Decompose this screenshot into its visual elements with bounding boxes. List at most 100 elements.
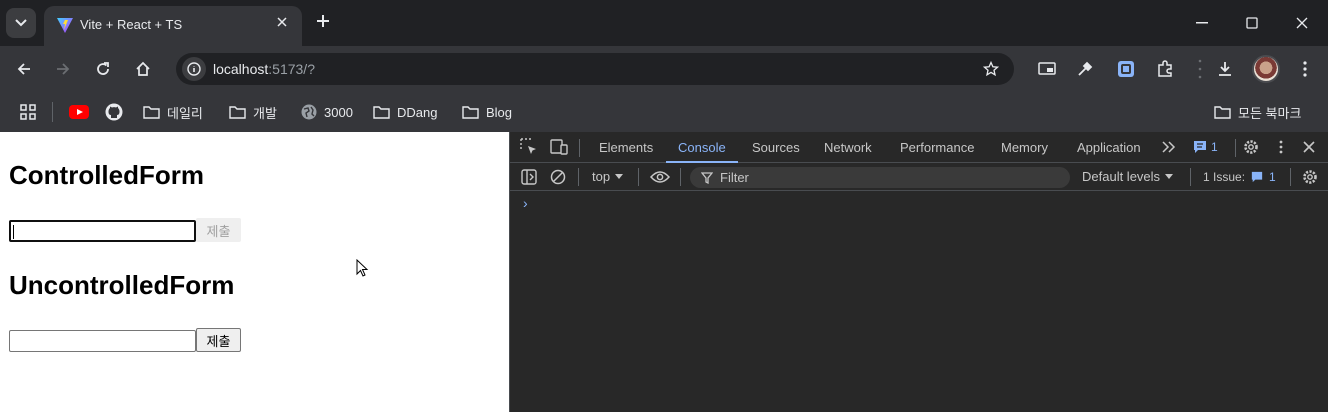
globe-icon bbox=[301, 104, 317, 120]
apps-button[interactable] bbox=[20, 102, 36, 122]
devtools-menu-button[interactable] bbox=[1271, 137, 1291, 157]
issues-badge-button[interactable]: 1 bbox=[1193, 140, 1218, 154]
console-prompt[interactable]: › bbox=[523, 195, 528, 211]
issues-link[interactable]: 1 Issue: 1 bbox=[1203, 170, 1276, 184]
minimize-icon bbox=[1196, 22, 1208, 24]
arrow-left-icon bbox=[17, 63, 30, 75]
toolbar-divider bbox=[579, 139, 580, 157]
tab-title: Vite + React + TS bbox=[80, 17, 183, 32]
download-icon bbox=[1219, 62, 1231, 76]
inspect-icon bbox=[520, 138, 536, 154]
address-bar[interactable]: localhost:5173/? bbox=[176, 53, 1014, 85]
sidebar-icon bbox=[521, 169, 537, 185]
extensions-menu-button[interactable] bbox=[1153, 57, 1177, 81]
folder-icon bbox=[229, 106, 246, 119]
all-bookmarks-button[interactable]: 모든 북마크 bbox=[1214, 102, 1301, 122]
console-output[interactable]: › bbox=[510, 191, 1328, 412]
close-icon bbox=[1303, 141, 1315, 153]
console-toolbar: top Filter Default levels 1 Issue: 1 bbox=[510, 163, 1328, 191]
log-levels-dropdown[interactable]: Default levels bbox=[1082, 169, 1174, 184]
bookmarks-separator bbox=[52, 102, 53, 122]
chrome-menu-button[interactable] bbox=[1293, 57, 1317, 81]
eyedropper-extension-button[interactable] bbox=[1073, 57, 1097, 81]
console-settings-button[interactable] bbox=[1300, 167, 1320, 187]
new-tab-button[interactable] bbox=[312, 10, 334, 32]
inspect-element-button[interactable] bbox=[519, 137, 539, 157]
bookmark-github[interactable] bbox=[105, 102, 123, 122]
caret-down-icon bbox=[615, 174, 624, 179]
chevron-down-icon bbox=[15, 19, 27, 27]
youtube-icon bbox=[69, 105, 89, 119]
bookmark-star-button[interactable] bbox=[980, 58, 1002, 80]
tab-performance[interactable]: Performance bbox=[900, 132, 974, 163]
bookmark-3000[interactable]: 3000 bbox=[301, 102, 353, 122]
eye-icon bbox=[650, 171, 670, 183]
extension-button[interactable] bbox=[1114, 57, 1138, 81]
issues-label: 1 Issue: bbox=[1203, 170, 1246, 184]
downloads-button[interactable] bbox=[1213, 57, 1237, 81]
controlled-submit-button[interactable]: 제출 bbox=[196, 218, 241, 242]
console-filter-input[interactable]: Filter bbox=[690, 167, 1070, 188]
eyedropper-icon bbox=[1078, 61, 1093, 76]
bookmark-folder-blog[interactable]: Blog bbox=[462, 102, 512, 122]
bookmark-label: Blog bbox=[486, 104, 513, 120]
tab-search-button[interactable] bbox=[6, 8, 36, 38]
controlled-text-input[interactable] bbox=[9, 220, 196, 242]
tab-sources[interactable]: Sources bbox=[752, 132, 800, 163]
kebab-menu-icon bbox=[1303, 61, 1307, 77]
controlled-form-heading: ControlledForm bbox=[9, 160, 204, 190]
profile-avatar[interactable] bbox=[1252, 55, 1280, 83]
toolbar-divider bbox=[638, 168, 639, 186]
forward-button[interactable] bbox=[51, 57, 75, 81]
active-tab[interactable]: Vite + React + TS bbox=[44, 6, 302, 46]
bookmark-label: 개발 bbox=[253, 105, 277, 121]
tab-elements[interactable]: Elements bbox=[599, 132, 653, 163]
maximize-icon bbox=[1246, 17, 1258, 29]
dots-icon bbox=[1198, 59, 1202, 79]
all-bookmarks-label: 모든 북마크 bbox=[1238, 105, 1302, 121]
home-icon bbox=[136, 61, 150, 76]
bookmark-folder-daily[interactable]: 데일리 bbox=[143, 102, 203, 122]
site-info-button[interactable] bbox=[182, 57, 206, 81]
tab-memory[interactable]: Memory bbox=[1001, 132, 1048, 163]
cast-icon bbox=[1038, 62, 1056, 75]
clear-console-button[interactable] bbox=[548, 167, 568, 187]
bookmark-label: DDang bbox=[397, 104, 438, 120]
message-icon bbox=[1194, 141, 1206, 153]
context-selector[interactable]: top bbox=[592, 169, 624, 184]
tab-application[interactable]: Application bbox=[1077, 132, 1141, 163]
cast-button[interactable] bbox=[1035, 57, 1059, 81]
plus-icon bbox=[317, 15, 329, 27]
back-button[interactable] bbox=[12, 57, 36, 81]
url-text: localhost:5173/? bbox=[213, 61, 315, 77]
extension-dot-button[interactable] bbox=[1188, 57, 1212, 81]
console-sidebar-button[interactable] bbox=[519, 167, 539, 187]
live-expression-button[interactable] bbox=[650, 167, 670, 187]
uncontrolled-text-input[interactable] bbox=[9, 330, 196, 352]
device-toolbar-button[interactable] bbox=[549, 137, 569, 157]
bookmark-folder-dev[interactable]: 개발 bbox=[229, 102, 277, 122]
kebab-menu-icon bbox=[1279, 140, 1283, 154]
puzzle-icon bbox=[1158, 60, 1172, 77]
close-icon bbox=[1296, 17, 1308, 29]
more-tabs-button[interactable] bbox=[1159, 137, 1179, 157]
devtools-settings-button[interactable] bbox=[1241, 137, 1261, 157]
close-icon bbox=[277, 17, 287, 27]
toolbar-divider bbox=[1190, 168, 1191, 186]
reload-button[interactable] bbox=[91, 57, 115, 81]
home-button[interactable] bbox=[131, 57, 155, 81]
window-close-button[interactable] bbox=[1278, 0, 1326, 46]
tab-console[interactable]: Console bbox=[666, 132, 738, 163]
issues-badge-count: 1 bbox=[1211, 140, 1218, 154]
toolbar-divider bbox=[680, 168, 681, 186]
tab-close-button[interactable] bbox=[272, 12, 292, 32]
gear-icon bbox=[1244, 140, 1258, 154]
devtools-close-button[interactable] bbox=[1299, 137, 1319, 157]
minimize-button[interactable] bbox=[1178, 0, 1226, 46]
uncontrolled-submit-button[interactable]: 제출 bbox=[196, 328, 241, 352]
maximize-button[interactable] bbox=[1228, 0, 1276, 46]
bookmark-youtube[interactable] bbox=[69, 102, 89, 122]
log-levels-label: Default levels bbox=[1082, 169, 1161, 184]
tab-network[interactable]: Network bbox=[824, 132, 872, 163]
bookmark-folder-ddang[interactable]: DDang bbox=[373, 102, 437, 122]
